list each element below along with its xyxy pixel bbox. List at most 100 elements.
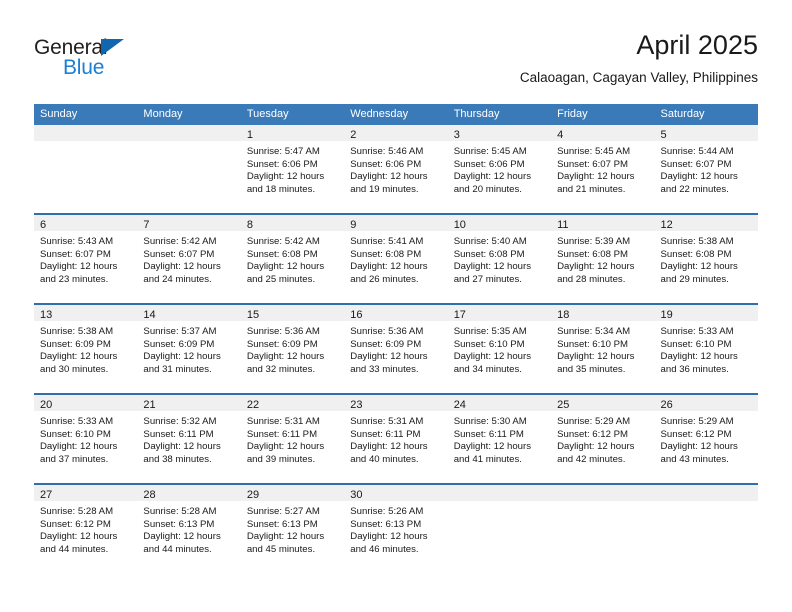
day-detail-line: Sunrise: 5:42 AM [246,236,320,247]
day-number: 22 [246,399,260,411]
day-detail-lines: Sunrise: 5:42 AM Sunset: 6:07 PM Daylight:… [137,231,240,286]
day-detail-line: Daylight: 12 hours [557,351,635,363]
day-detail-line: Sunset: 6:06 PM [350,158,422,170]
day-detail-lines: Sunrise: 5:27 AM Sunset: 6:13 PM Daylight:… [241,501,344,556]
day-detail-lines: Sunrise: 5:28 AM Sunset: 6:13 PM Daylight:… [137,501,240,556]
day-detail-lines: Sunrise: 5:38 AM Sunset: 6:09 PM Daylight:… [34,321,137,376]
day-detail-lines: Sunrise: 5:29 AM Sunset: 6:12 PM Daylight:… [655,411,758,466]
day-detail-line: and 25 minutes. [246,273,316,285]
day-detail-line: Daylight: 12 hours [453,171,532,183]
day-detail-line: Daylight: 12 hours [143,531,221,543]
day-number: 6 [40,219,47,231]
day-detail-line: Sunset: 6:09 PM [143,338,215,350]
day-detail-line: Daylight: 12 hours [557,441,635,453]
day-cell-empty [137,125,241,213]
day-number-strip: 13 [34,305,138,321]
day-number: 20 [40,399,53,411]
day-cell-5[interactable]: 5 Sunrise: 5:44 AM Sunset: 6:07 PM Daylight… [654,125,758,213]
day-number-strip: 7 [137,215,241,231]
day-detail-line: and 37 minutes. [40,453,109,465]
day-number-strip: 6 [34,215,138,231]
day-detail-line: Sunset: 6:10 PM [660,338,732,350]
day-cell-7[interactable]: 7 Sunrise: 5:42 AM Sunset: 6:07 PM Daylight… [137,215,241,303]
day-detail-line: Daylight: 12 hours [350,441,428,453]
day-number-strip [551,485,655,501]
day-detail-line: Sunrise: 5:29 AM [660,416,734,427]
day-detail-line: and 40 minutes. [350,453,419,465]
day-cell-22[interactable]: 22 Sunrise: 5:31 AM Sunset: 6:11 PM Dayligh… [240,395,345,483]
day-number: 15 [246,309,260,321]
day-detail-line: Sunrise: 5:31 AM [350,416,424,427]
day-cell-13[interactable]: 13 Sunrise: 5:38 AM Sunset: 6:09 PM Dayligh… [34,305,138,393]
day-cell-11[interactable]: 11 Sunrise: 5:39 AM Sunset: 6:08 PM Dayligh… [551,215,655,303]
day-cell-empty [447,485,552,573]
day-cell-2[interactable]: 2 Sunrise: 5:46 AM Sunset: 6:06 PM Daylight… [344,125,448,213]
day-cell-17[interactable]: 17 Sunrise: 5:35 AM Sunset: 6:10 PM Dayligh… [447,305,552,393]
day-cell-19[interactable]: 19 Sunrise: 5:33 AM Sunset: 6:10 PM Dayligh… [654,305,758,393]
day-detail-line: Sunrise: 5:45 AM [557,146,631,157]
page-title: April 2025 [636,30,758,60]
day-cell-25[interactable]: 25 Sunrise: 5:29 AM Sunset: 6:12 PM Dayligh… [551,395,655,483]
day-cell-26[interactable]: 26 Sunrise: 5:29 AM Sunset: 6:12 PM Dayligh… [654,395,758,483]
day-cell-29[interactable]: 29 Sunrise: 5:27 AM Sunset: 6:13 PM Dayligh… [240,485,345,573]
day-detail-lines [34,141,137,146]
day-detail-line: Sunset: 6:10 PM [40,428,111,440]
day-cell-23[interactable]: 23 Sunrise: 5:31 AM Sunset: 6:11 PM Dayligh… [344,395,448,483]
weekday-header-sunday: Sunday [40,108,78,120]
day-cell-20[interactable]: 20 Sunrise: 5:33 AM Sunset: 6:10 PM Dayligh… [34,395,138,483]
day-cell-12[interactable]: 12 Sunrise: 5:38 AM Sunset: 6:08 PM Dayligh… [654,215,758,303]
day-detail-line: Daylight: 12 hours [143,351,221,363]
day-detail-lines: Sunrise: 5:28 AM Sunset: 6:12 PM Daylight:… [34,501,137,556]
day-detail-lines: Sunrise: 5:44 AM Sunset: 6:07 PM Daylight:… [655,141,758,196]
day-number: 21 [143,399,156,411]
day-detail-line: and 29 minutes. [660,273,729,285]
day-detail-line: Sunrise: 5:30 AM [453,416,527,427]
day-detail-line: and 22 minutes. [660,183,729,195]
day-detail-line: Sunrise: 5:28 AM [40,506,114,517]
day-number-strip: 4 [551,125,655,141]
calendar-weeks: 1 Sunrise: 5:47 AM Sunset: 6:06 PM Daylight… [34,125,758,573]
day-detail-line: and 18 minutes. [246,183,316,195]
day-cell-3[interactable]: 3 Sunrise: 5:45 AM Sunset: 6:06 PM Daylight… [447,125,552,213]
day-detail-line: and 35 minutes. [557,363,626,375]
day-detail-line: Sunrise: 5:36 AM [246,326,320,337]
day-cell-10[interactable]: 10 Sunrise: 5:40 AM Sunset: 6:08 PM Dayligh… [447,215,552,303]
day-number: 25 [557,399,570,411]
day-cell-24[interactable]: 24 Sunrise: 5:30 AM Sunset: 6:11 PM Dayligh… [447,395,552,483]
day-number-strip: 22 [240,395,345,411]
day-number-strip: 18 [551,305,655,321]
day-detail-lines [551,501,654,506]
day-number: 29 [246,489,260,501]
day-cell-15[interactable]: 15 Sunrise: 5:36 AM Sunset: 6:09 PM Dayligh… [240,305,345,393]
day-cell-6[interactable]: 6 Sunrise: 5:43 AM Sunset: 6:07 PM Daylight… [34,215,138,303]
day-number: 13 [40,309,53,321]
day-cell-14[interactable]: 14 Sunrise: 5:37 AM Sunset: 6:09 PM Dayligh… [137,305,241,393]
day-cell-28[interactable]: 28 Sunrise: 5:28 AM Sunset: 6:13 PM Dayligh… [137,485,241,573]
day-detail-lines: Sunrise: 5:32 AM Sunset: 6:11 PM Daylight:… [137,411,240,466]
day-cell-16[interactable]: 16 Sunrise: 5:36 AM Sunset: 6:09 PM Dayligh… [344,305,448,393]
day-cell-27[interactable]: 27 Sunrise: 5:28 AM Sunset: 6:12 PM Dayligh… [34,485,138,573]
generalblue-logo[interactable]: General Blue [34,36,174,88]
day-cell-21[interactable]: 21 Sunrise: 5:32 AM Sunset: 6:11 PM Dayligh… [137,395,241,483]
day-detail-lines: Sunrise: 5:34 AM Sunset: 6:10 PM Daylight:… [551,321,654,376]
day-cell-empty [551,485,655,573]
day-cell-8[interactable]: 8 Sunrise: 5:42 AM Sunset: 6:08 PM Daylight… [240,215,345,303]
day-number: 17 [453,309,466,321]
day-cell-18[interactable]: 18 Sunrise: 5:34 AM Sunset: 6:10 PM Dayligh… [551,305,655,393]
day-detail-line: and 41 minutes. [453,453,522,465]
day-cell-1[interactable]: 1 Sunrise: 5:47 AM Sunset: 6:06 PM Daylight… [240,125,345,213]
day-detail-line: Daylight: 12 hours [557,171,635,183]
day-detail-line: Sunrise: 5:26 AM [350,506,424,517]
day-number: 7 [143,219,150,231]
day-detail-line: Sunset: 6:11 PM [453,428,524,440]
day-number: 23 [350,399,363,411]
day-cell-9[interactable]: 9 Sunrise: 5:41 AM Sunset: 6:08 PM Daylight… [344,215,448,303]
day-detail-line: Daylight: 12 hours [40,531,118,543]
day-cell-30[interactable]: 30 Sunrise: 5:26 AM Sunset: 6:13 PM Dayligh… [344,485,448,573]
day-number: 4 [557,129,564,141]
day-detail-line: Sunrise: 5:43 AM [40,236,114,247]
day-detail-line: Sunrise: 5:45 AM [453,146,527,157]
day-cell-4[interactable]: 4 Sunrise: 5:45 AM Sunset: 6:07 PM Daylight… [551,125,655,213]
day-detail-line: and 26 minutes. [350,273,419,285]
day-detail-line: Sunset: 6:12 PM [557,428,629,440]
